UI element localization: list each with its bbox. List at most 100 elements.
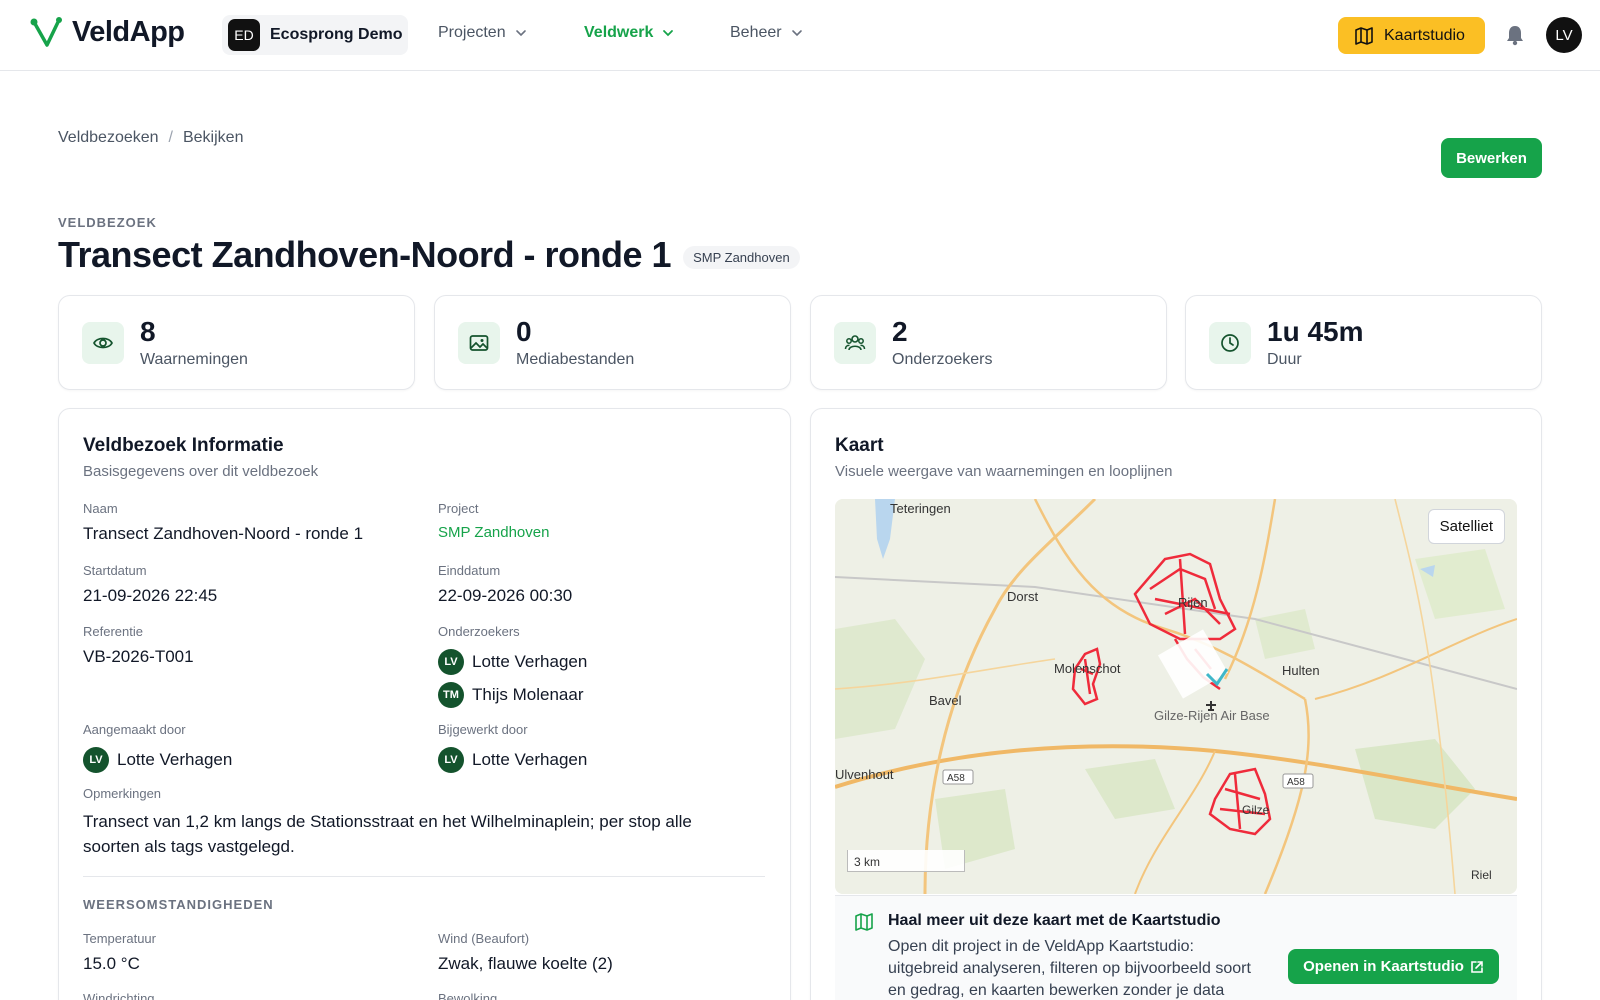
researcher-name: Lotte Verhagen	[472, 652, 588, 671]
nav-veldwerk[interactable]: Veldwerk	[584, 24, 675, 42]
field-value: 22-09-2026 00:30	[438, 586, 573, 605]
satellite-toggle-button[interactable]: Satelliet	[1427, 509, 1505, 544]
field-value: Transect van 1,2 km langs de Stationsstr…	[83, 812, 692, 856]
stat-label: Duur	[1267, 351, 1302, 368]
open-kaartstudio-label: Openen in Kaartstudio	[1303, 958, 1464, 975]
nav-beheer-label: Beheer	[730, 24, 782, 41]
project-link[interactable]: SMP Zandhoven	[438, 524, 549, 541]
map-panel-title: Kaart	[835, 435, 884, 456]
stat-card-duur: 1u 45m Duur	[1185, 295, 1542, 390]
field-bijgewerkt-door: Bijgewerkt door LV Lotte Verhagen	[438, 722, 587, 778]
promo-title: Haal meer uit deze kaart met de Kaartstu…	[888, 912, 1221, 929]
chevron-down-icon	[791, 30, 802, 37]
updater: LV Lotte Verhagen	[438, 745, 587, 775]
field-referentie: Referentie VB-2026-T001	[83, 624, 194, 667]
field-value: 21-09-2026 22:45	[83, 586, 218, 605]
avatar: LV	[438, 747, 464, 773]
field-value: VB-2026-T001	[83, 647, 194, 666]
field-label: Project	[438, 501, 479, 516]
logo-icon	[30, 16, 62, 47]
breadcrumb: Veldbezoeken / Bekijken	[58, 129, 243, 147]
nav-veldwerk-label: Veldwerk	[584, 24, 654, 41]
user-avatar[interactable]: LV	[1546, 17, 1582, 53]
chevron-down-icon	[515, 30, 526, 37]
map-icon	[1355, 26, 1373, 45]
place-label-ulvenhout: Ulvenhout	[835, 767, 894, 782]
chevron-down-icon	[663, 30, 674, 37]
place-label-hulten: Hulten	[1282, 663, 1320, 678]
place-label-teteringen: Teteringen	[890, 501, 951, 516]
nav-beheer[interactable]: Beheer	[730, 24, 804, 42]
field-value: Zwak, flauwe koelte (2)	[438, 954, 613, 973]
field-einddatum: Einddatum 22-09-2026 00:30	[438, 563, 572, 606]
stat-card-onderzoekers: 2 Onderzoekers	[810, 295, 1167, 390]
field-label: Einddatum	[438, 563, 501, 578]
title-row: Transect Zandhoven-Noord - ronde 1 SMP Z…	[58, 234, 800, 276]
eye-icon	[82, 322, 124, 364]
map-canvas[interactable]: Teteringen Dorst Rijen Molenschot Hulten…	[835, 499, 1517, 894]
field-label: Windrichting	[83, 991, 155, 1000]
info-panel-title: Veldbezoek Informatie	[83, 435, 284, 456]
field-label: Onderzoekers	[438, 624, 520, 639]
breadcrumb-separator: /	[168, 129, 173, 146]
breadcrumb-bekijken: Bekijken	[182, 129, 244, 146]
field-bewolking: Bewolking	[438, 991, 497, 1000]
avatar: LV	[438, 649, 464, 675]
field-wind: Wind (Beaufort) Zwak, flauwe koelte (2)	[438, 931, 613, 974]
field-label: Naam	[83, 501, 118, 516]
stat-label: Onderzoekers	[892, 351, 993, 368]
creator-name: Lotte Verhagen	[117, 750, 233, 769]
map-panel: Kaart Visuele weergave van waarnemingen …	[810, 408, 1542, 1000]
org-badge: ED	[228, 19, 260, 51]
stat-value: 0	[516, 316, 532, 347]
users-icon	[834, 322, 876, 364]
kaartstudio-label: Kaartstudio	[1384, 26, 1465, 44]
open-kaartstudio-button[interactable]: Openen in Kaartstudio	[1288, 949, 1499, 984]
organization-switcher[interactable]: ED Ecosprong Demo	[222, 15, 408, 55]
map-view[interactable]: Teteringen Dorst Rijen Molenschot Hulten…	[835, 499, 1517, 894]
researcher-name: Thijs Molenaar	[472, 685, 584, 704]
field-label: Bewolking	[438, 991, 498, 1000]
researcher-item: LV Lotte Verhagen	[438, 647, 587, 677]
field-label: Referentie	[83, 624, 143, 639]
nav-projecten[interactable]: Projecten	[438, 24, 528, 42]
updater-name: Lotte Verhagen	[472, 750, 588, 769]
field-label: Opmerkingen	[83, 786, 162, 801]
stat-value: 8	[140, 316, 156, 347]
road-label-a58: A58	[947, 773, 965, 784]
field-label: Temperatuur	[83, 931, 156, 946]
org-name: Ecosprong Demo	[270, 26, 403, 43]
field-label: Bijgewerkt door	[438, 722, 528, 737]
notification-bell-icon[interactable]	[1504, 24, 1526, 46]
top-navigation-bar: VeldApp ED Ecosprong Demo Projecten Veld…	[0, 0, 1600, 71]
stat-value: 1u 45m	[1267, 316, 1364, 347]
field-value: Transect Zandhoven-Noord - ronde 1	[83, 524, 364, 543]
place-label-gilze: Gilze	[1242, 803, 1270, 817]
road-label-a58: A58	[1287, 777, 1305, 788]
field-label: Aangemaakt door	[83, 722, 186, 737]
stat-label: Mediabestanden	[516, 351, 635, 368]
section-divider	[83, 876, 765, 877]
field-value: 15.0 °C	[83, 954, 140, 973]
stat-card-mediabestanden: 0 Mediabestanden	[434, 295, 791, 390]
field-startdatum: Startdatum 21-09-2026 22:45	[83, 563, 217, 606]
avatar: LV	[83, 747, 109, 773]
project-chip[interactable]: SMP Zandhoven	[683, 245, 800, 269]
page-kicker: VELDBEZOEK	[58, 215, 157, 230]
field-label: Wind (Beaufort)	[438, 931, 530, 946]
place-label-bavel: Bavel	[929, 693, 962, 708]
clock-icon	[1209, 322, 1251, 364]
breadcrumb-veldbezoeken[interactable]: Veldbezoeken	[58, 129, 159, 147]
kaartstudio-button[interactable]: Kaartstudio	[1338, 17, 1485, 54]
image-icon	[458, 322, 500, 364]
info-panel-subtitle: Basisgegevens over dit veldbezoek	[83, 463, 319, 480]
avatar: TM	[438, 682, 464, 708]
page-title: Transect Zandhoven-Noord - ronde 1	[58, 234, 672, 275]
field-onderzoekers: Onderzoekers LV Lotte Verhagen TM Thijs …	[438, 624, 587, 713]
kaartstudio-promo: Haal meer uit deze kaart met de Kaartstu…	[835, 895, 1517, 1000]
edit-button[interactable]: Bewerken	[1441, 138, 1542, 178]
stat-card-waarnemingen: 8 Waarnemingen	[58, 295, 415, 390]
app-logo[interactable]: VeldApp	[30, 16, 185, 49]
map-icon	[855, 913, 873, 931]
field-naam: Naam Transect Zandhoven-Noord - ronde 1	[83, 501, 363, 544]
